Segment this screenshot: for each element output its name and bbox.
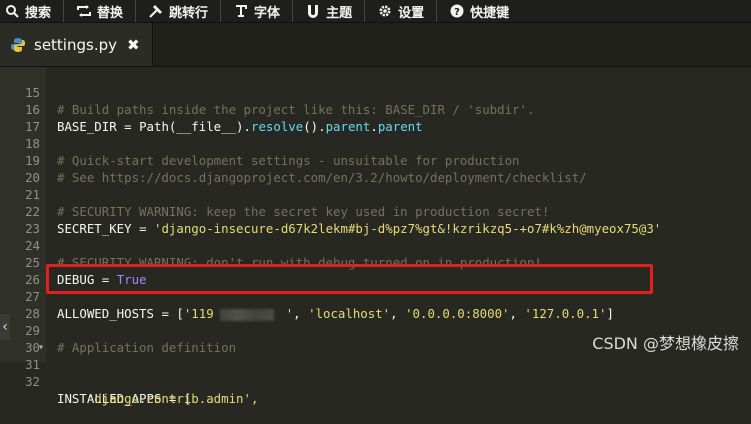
search-icon bbox=[4, 3, 20, 19]
code-line: 21 # SECURITY WARNING: keep the secret k… bbox=[0, 169, 751, 219]
svg-text:?: ? bbox=[454, 7, 460, 18]
font-icon bbox=[233, 3, 249, 19]
chevron-left-icon[interactable]: ‹ bbox=[0, 314, 10, 340]
theme-button[interactable]: 主题 bbox=[305, 0, 364, 22]
code-line: 19 # See https://docs.djangoproject.com/… bbox=[0, 135, 751, 185]
line-number: 32 bbox=[25, 374, 40, 389]
toolbar-divider bbox=[63, 0, 65, 22]
theme-icon bbox=[305, 3, 321, 19]
shortcuts-label: 快捷键 bbox=[470, 5, 510, 21]
toolbar-divider bbox=[436, 0, 438, 22]
shortcuts-button[interactable]: ? 快捷键 bbox=[449, 0, 521, 22]
code-editor[interactable]: 15 # Build paths inside the project like… bbox=[0, 67, 751, 406]
goto-line-label: 跳转行 bbox=[169, 5, 209, 21]
theme-label: 主题 bbox=[326, 5, 353, 21]
code-line: 32 'django.contrib.admin', bbox=[0, 356, 751, 406]
code-line: 16 BASE_DIR = Path(__file__).resolve().p… bbox=[0, 84, 751, 134]
settings-label: 设置 bbox=[398, 5, 425, 21]
toolbar-divider bbox=[220, 0, 222, 22]
tab-bar: settings.py ✖ bbox=[0, 23, 751, 67]
search-label: 搜索 bbox=[25, 5, 52, 21]
code-line: 17 bbox=[0, 101, 751, 134]
toolbar-divider bbox=[364, 0, 366, 22]
code-line: 23 bbox=[0, 203, 751, 236]
toolbar-divider bbox=[292, 0, 294, 22]
close-icon[interactable]: ✖ bbox=[127, 36, 140, 54]
highlight-box bbox=[46, 264, 653, 294]
code-line: 20 bbox=[0, 152, 751, 185]
font-button[interactable]: 字体 bbox=[233, 0, 292, 22]
goto-line-button[interactable]: 跳转行 bbox=[148, 0, 220, 22]
code-line: 25 DEBUG = True bbox=[0, 237, 751, 287]
replace-icon bbox=[76, 3, 92, 19]
code-line: 22 SECRET_KEY = 'django-insecure-d67k2le… bbox=[0, 186, 751, 236]
gear-icon bbox=[377, 3, 393, 19]
toolbar-divider bbox=[135, 0, 137, 22]
replace-label: 替换 bbox=[97, 5, 124, 21]
code-line: 24 # SECURITY WARNING: don't run with de… bbox=[0, 220, 751, 270]
code-line: 29 # Application definition bbox=[0, 305, 751, 355]
code-string: 'django.contrib.admin', bbox=[57, 391, 259, 406]
help-icon: ? bbox=[449, 3, 465, 19]
code-line: 15 # Build paths inside the project like… bbox=[0, 67, 751, 117]
watermark: CSDN @梦想橡皮擦 bbox=[592, 334, 739, 353]
goto-line-icon bbox=[148, 3, 164, 19]
font-label: 字体 bbox=[254, 5, 281, 21]
python-icon bbox=[10, 37, 26, 53]
tab-settings-py[interactable]: settings.py ✖ bbox=[0, 23, 153, 66]
replace-button[interactable]: 替换 bbox=[76, 0, 135, 22]
fold-arrow-icon[interactable]: ▾ bbox=[38, 339, 44, 356]
search-button[interactable]: 搜索 bbox=[0, 0, 63, 22]
tab-title: settings.py bbox=[34, 35, 117, 54]
code-line: 18 # Quick-start development settings - … bbox=[0, 118, 751, 168]
toolbar: 搜索 替换 跳转行 字体 主题 设置 ? 快捷键 bbox=[0, 0, 751, 23]
settings-button[interactable]: 设置 bbox=[377, 0, 436, 22]
